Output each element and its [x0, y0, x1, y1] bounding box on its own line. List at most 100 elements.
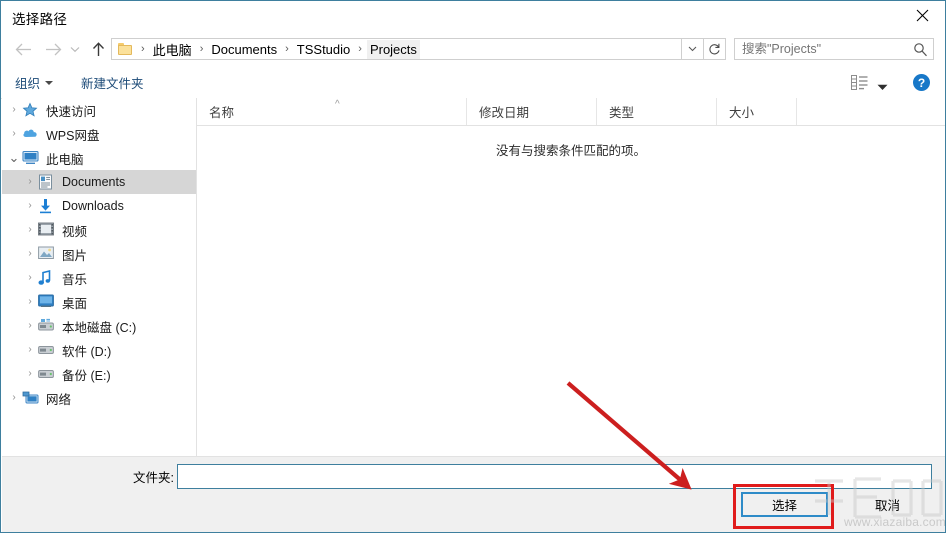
chevron-right-icon[interactable]: › — [22, 225, 38, 235]
column-header-size[interactable]: 大小 — [717, 98, 797, 125]
tree-item-[interactable]: › 快速访问 — [2, 98, 196, 122]
pictures-icon — [38, 246, 56, 262]
chevron-right-icon[interactable]: › — [6, 105, 22, 115]
address-bar-breadcrumb[interactable]: › 此电脑 › Documents › TSStudio › Projects — [111, 38, 682, 60]
navigation-bar: › 此电脑 › Documents › TSStudio › Projects — [1, 31, 945, 67]
tree-item-label: 网络 — [46, 392, 72, 407]
refresh-icon[interactable] — [704, 38, 726, 60]
music-icon — [38, 269, 56, 286]
tree-item-[interactable]: › 视频 — [2, 218, 196, 242]
file-dialog-window: 选择路径 › 此电脑 › Documents › TSStudio › Proj… — [0, 0, 946, 533]
tree-item-d[interactable]: › 软件 (D:) — [2, 338, 196, 362]
tree-item-label: 软件 (D:) — [62, 344, 112, 359]
tree-item-label: 备份 (E:) — [62, 368, 111, 383]
tree-item-label: 音乐 — [62, 272, 88, 287]
chevron-down-icon — [45, 80, 54, 85]
computer-icon — [22, 150, 40, 166]
tree-item-[interactable]: › 桌面 — [2, 290, 196, 314]
empty-list-message: 没有与搜索条件匹配的项。 — [495, 144, 646, 158]
sort-ascending-icon: ^ — [335, 99, 340, 110]
tree-item-[interactable]: ⌄ 此电脑 — [2, 146, 196, 170]
tree-item-wps[interactable]: › WPS网盘 — [2, 122, 196, 146]
drive-icon — [38, 366, 56, 382]
command-bar: 组织 新建文件夹 ? — [1, 67, 945, 99]
organize-label: 组织 — [15, 77, 41, 91]
chevron-right-icon[interactable]: › — [6, 129, 22, 139]
cloud-icon — [22, 126, 40, 142]
cancel-button[interactable]: 取消 — [844, 492, 931, 517]
breadcrumb-item-projects[interactable]: Projects — [366, 39, 420, 59]
tree-item-label: WPS网盘 — [46, 128, 100, 143]
organize-button[interactable]: 组织 — [15, 73, 54, 92]
search-box[interactable] — [734, 38, 934, 60]
search-input[interactable] — [735, 39, 909, 59]
tree-item-label: 快速访问 — [46, 104, 97, 119]
select-button[interactable]: 选择 — [741, 492, 828, 517]
view-details-icon[interactable] — [851, 75, 868, 90]
column-header-date[interactable]: 修改日期 — [467, 98, 597, 125]
tree-item-label: 此电脑 — [46, 152, 84, 167]
up-one-level-icon[interactable] — [84, 35, 112, 63]
breadcrumb-separator: › — [285, 43, 289, 55]
forward-icon[interactable] — [39, 35, 67, 63]
tree-item-label: 桌面 — [62, 296, 88, 311]
view-chevron-down-icon[interactable] — [877, 80, 888, 94]
back-icon[interactable] — [9, 35, 37, 63]
recent-locations-chevron-down-icon[interactable] — [65, 35, 85, 63]
title-bar: 选择路径 — [1, 1, 945, 31]
chevron-right-icon[interactable]: › — [22, 297, 38, 307]
search-icon — [913, 42, 928, 60]
videos-icon — [38, 222, 56, 238]
desktop-icon — [38, 294, 56, 310]
folder-input-wrapper[interactable] — [177, 464, 932, 489]
chevron-right-icon[interactable]: › — [22, 321, 38, 331]
folder-name-input[interactable] — [178, 465, 931, 488]
documents-icon — [38, 174, 56, 190]
chevron-right-icon[interactable]: › — [22, 369, 38, 379]
chevron-right-icon[interactable]: › — [6, 393, 22, 403]
system-drive-icon — [38, 318, 56, 334]
tree-item-c[interactable]: › 本地磁盘 (C:) — [2, 314, 196, 338]
star-icon — [22, 102, 40, 118]
tree-item-[interactable]: › 图片 — [2, 242, 196, 266]
tree-item-e[interactable]: › 备份 (E:) — [2, 362, 196, 386]
chevron-right-icon[interactable]: › — [22, 201, 38, 211]
drive-icon — [38, 342, 56, 358]
folder-icon — [118, 42, 134, 56]
new-folder-label: 新建文件夹 — [81, 77, 144, 91]
column-header-row: 名称 ^ 修改日期 类型 大小 — [197, 98, 945, 126]
chevron-right-icon[interactable]: › — [22, 177, 38, 187]
tree-item-label: 视频 — [62, 224, 88, 239]
tree-item-downloads[interactable]: › Downloads — [2, 194, 196, 218]
page-title: 选择路径 — [12, 12, 68, 27]
downloads-icon — [38, 198, 56, 214]
help-label: ? — [917, 75, 926, 90]
tree-item-label: 本地磁盘 (C:) — [62, 320, 137, 335]
tree-item-label: Downloads — [62, 199, 124, 213]
breadcrumb-separator: › — [141, 43, 145, 55]
network-icon — [22, 390, 40, 406]
column-header-name-label: 名称 — [209, 106, 235, 120]
tree-item-documents[interactable]: › Documents — [2, 170, 196, 194]
tree-item-label: Documents — [62, 175, 126, 189]
column-header-name[interactable]: 名称 ^ — [197, 98, 467, 125]
address-chevron-down-icon[interactable] — [682, 38, 704, 60]
column-header-type[interactable]: 类型 — [597, 98, 717, 125]
breadcrumb-separator: › — [199, 43, 204, 55]
column-header-type-label: 类型 — [609, 106, 635, 120]
breadcrumb-item-pc[interactable]: 此电脑 — [150, 38, 195, 61]
breadcrumb-item-documents[interactable]: Documents — [208, 40, 280, 59]
column-header-date-label: 修改日期 — [479, 106, 530, 120]
chevron-down-icon[interactable]: ⌄ — [6, 151, 22, 164]
tree-item-[interactable]: › 网络 — [2, 386, 196, 410]
new-folder-button[interactable]: 新建文件夹 — [81, 73, 144, 92]
help-button[interactable]: ? — [913, 74, 930, 91]
tree-item-label: 图片 — [62, 248, 88, 263]
chevron-right-icon[interactable]: › — [22, 345, 38, 355]
breadcrumb-item-tsstudio[interactable]: TSStudio — [294, 40, 353, 59]
chevron-right-icon[interactable]: › — [22, 273, 38, 283]
chevron-right-icon[interactable]: › — [22, 249, 38, 259]
close-icon[interactable] — [900, 1, 945, 30]
tree-item-[interactable]: › 音乐 — [2, 266, 196, 290]
column-header-size-label: 大小 — [729, 106, 755, 120]
